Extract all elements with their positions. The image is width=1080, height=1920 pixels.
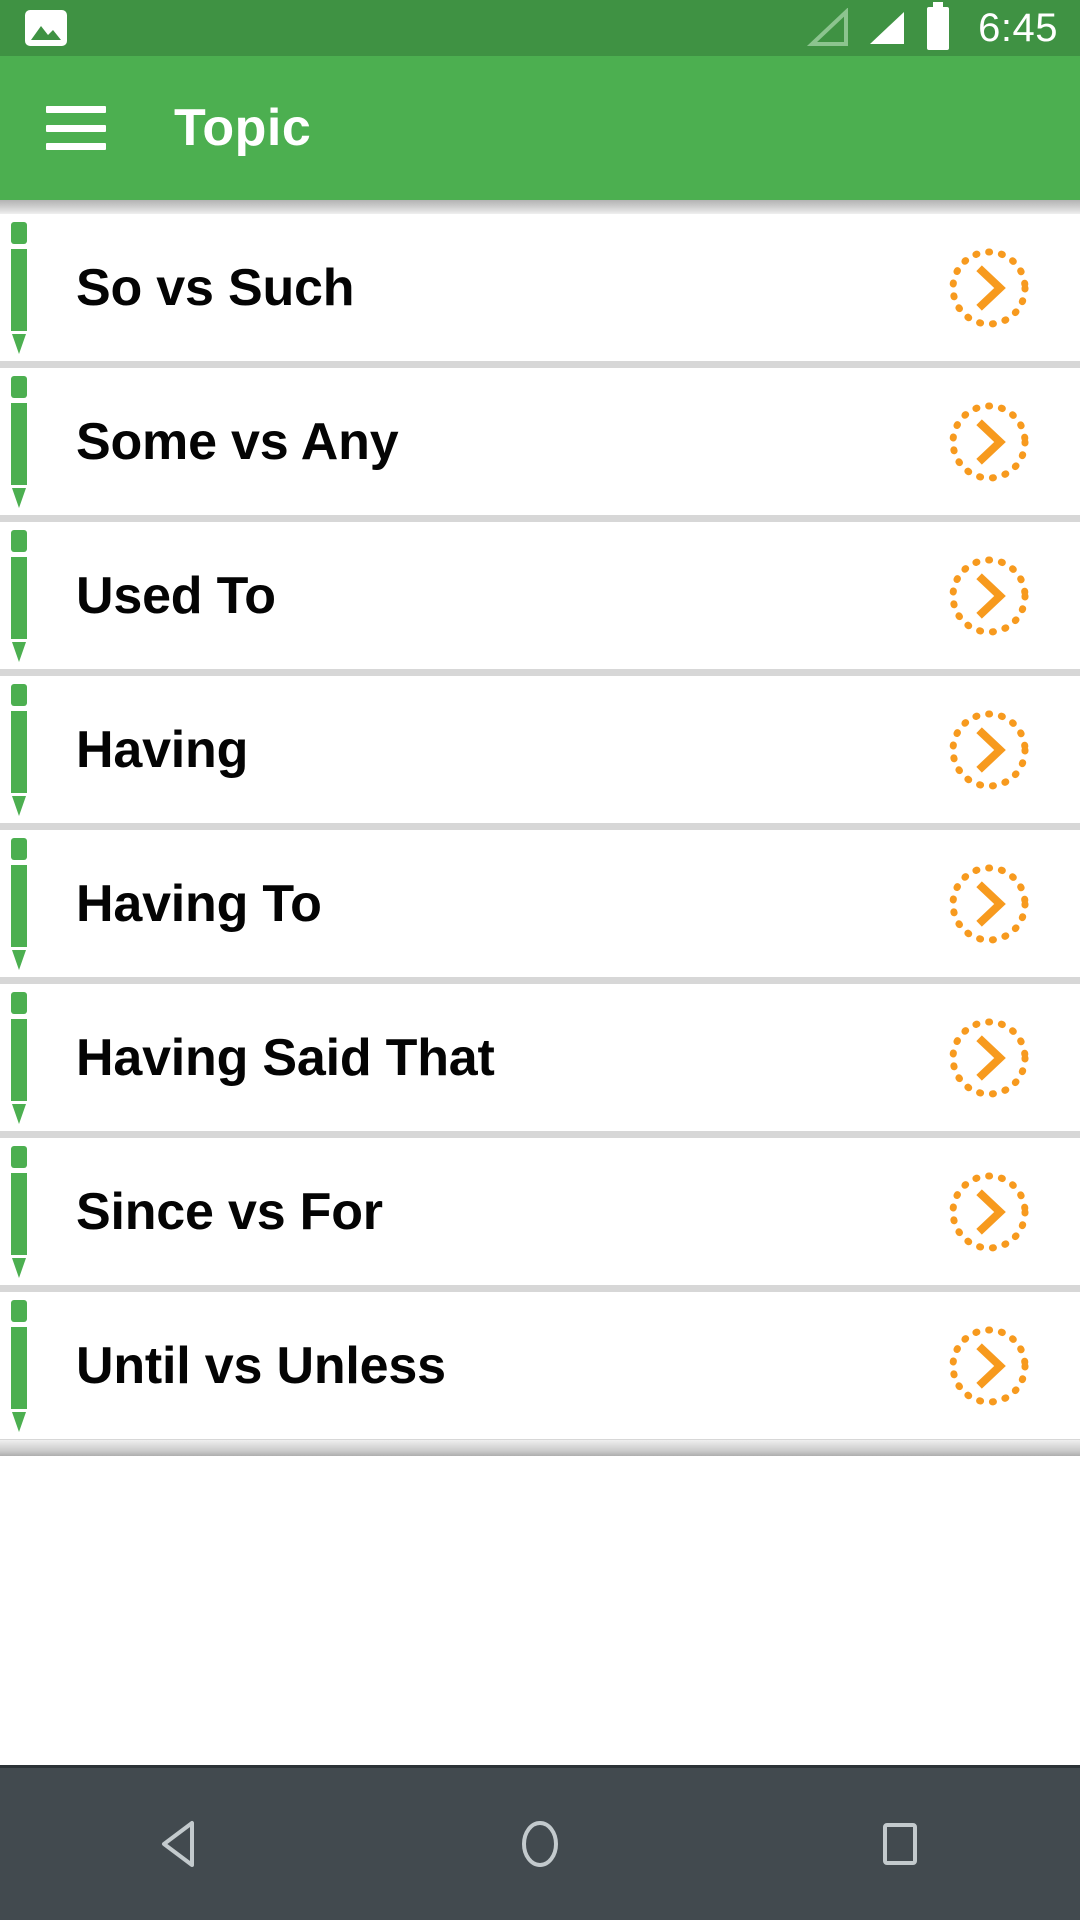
pencil-icon: [11, 529, 27, 662]
status-bar-right: 6:45: [806, 1, 1058, 55]
chevron-right-dotted-circle-icon[interactable]: [948, 401, 1030, 483]
list-bottom-shadow: [0, 1440, 1080, 1456]
chevron-right-dotted-circle-icon[interactable]: [948, 555, 1030, 637]
list-item[interactable]: Used To: [0, 522, 1080, 669]
list-item[interactable]: Since vs For: [0, 1138, 1080, 1285]
page-title: Topic: [174, 99, 312, 157]
chevron-right-dotted-circle-icon[interactable]: [948, 709, 1030, 791]
photo-icon: [24, 9, 68, 47]
pencil-icon: [11, 991, 27, 1124]
signal-empty-icon: [807, 8, 849, 46]
list-item-label: Having To: [76, 874, 322, 933]
pencil-icon: [11, 1145, 27, 1278]
chevron-right-dotted-circle-icon[interactable]: [948, 1325, 1030, 1407]
list-item-label: Until vs Unless: [76, 1336, 446, 1395]
list-item-label: Having Said That: [76, 1028, 495, 1087]
status-bar-left: [24, 9, 68, 47]
app-bar: Topic: [0, 56, 1080, 200]
android-navigation-bar: [0, 1765, 1080, 1920]
app-bar-shadow: [0, 200, 1080, 214]
signal-icons: [806, 8, 908, 48]
hamburger-menu-icon[interactable]: [46, 106, 106, 150]
list-item[interactable]: Having Said That: [0, 984, 1080, 1131]
hamburger-line: [46, 106, 106, 113]
status-bar-clock: 6:45: [978, 6, 1058, 50]
list-item[interactable]: Having: [0, 676, 1080, 823]
list-item-label: Since vs For: [76, 1182, 383, 1241]
pencil-icon: [11, 375, 27, 508]
list-item[interactable]: Having To: [0, 830, 1080, 977]
hamburger-line: [46, 143, 106, 150]
chevron-right-dotted-circle-icon[interactable]: [948, 1017, 1030, 1099]
battery-icon: [924, 1, 952, 55]
list-item-label: So vs Such: [76, 258, 355, 317]
list-item-label: Used To: [76, 566, 276, 625]
list-item[interactable]: Until vs Unless: [0, 1292, 1080, 1439]
pencil-icon: [11, 221, 27, 354]
pencil-icon: [11, 1299, 27, 1432]
chevron-right-dotted-circle-icon[interactable]: [948, 247, 1030, 329]
phone-screen: 6:45 Topic So vs Such Some vs Any Used To H…: [0, 0, 1080, 1920]
list-item[interactable]: Some vs Any: [0, 368, 1080, 515]
recents-square-icon[interactable]: [820, 1794, 980, 1894]
back-triangle-icon[interactable]: [100, 1794, 260, 1894]
chevron-right-dotted-circle-icon[interactable]: [948, 863, 1030, 945]
list-item-label: Having: [76, 720, 249, 779]
topic-list[interactable]: So vs Such Some vs Any Used To Having Having…: [0, 214, 1080, 1440]
hamburger-line: [46, 124, 106, 132]
pencil-icon: [11, 683, 27, 816]
home-circle-icon[interactable]: [460, 1794, 620, 1894]
signal-full-icon: [870, 12, 905, 44]
chevron-right-dotted-circle-icon[interactable]: [948, 1171, 1030, 1253]
pencil-icon: [11, 837, 27, 970]
status-bar: 6:45: [0, 0, 1080, 56]
list-item[interactable]: So vs Such: [0, 214, 1080, 361]
list-item-label: Some vs Any: [76, 412, 399, 471]
